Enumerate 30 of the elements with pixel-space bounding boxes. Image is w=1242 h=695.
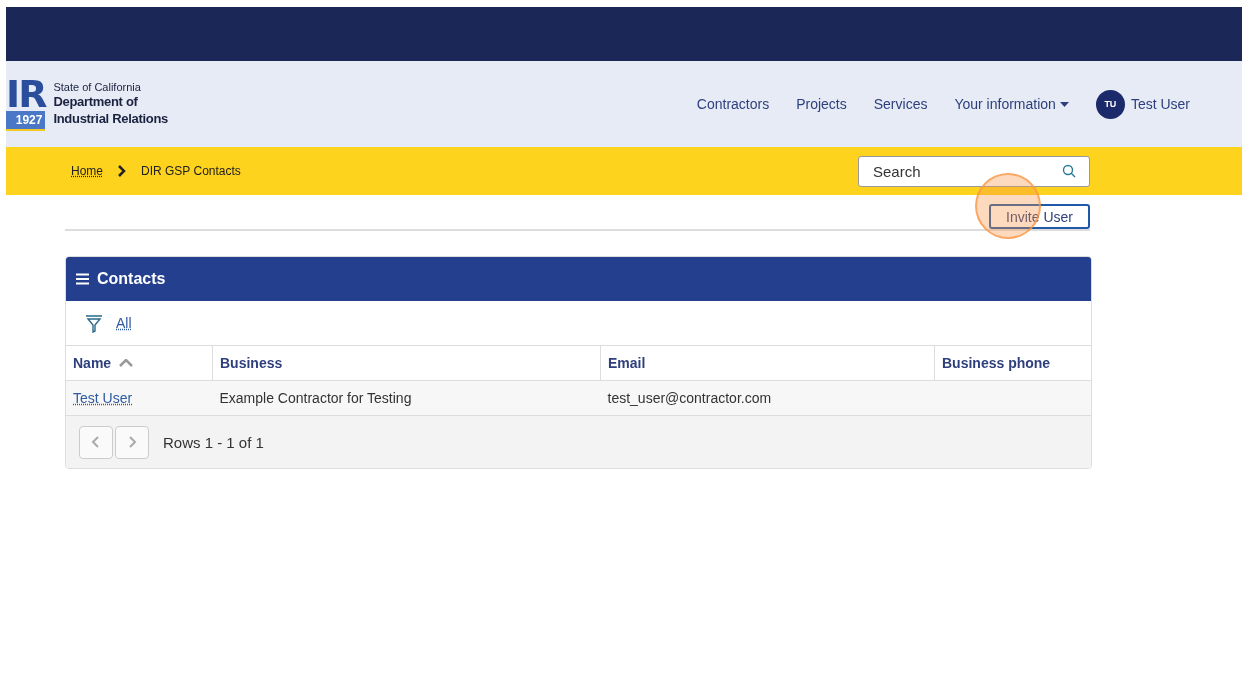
logo-state: State of California: [53, 81, 142, 93]
next-page-button[interactable]: [115, 425, 149, 459]
chevron-left-icon: [91, 436, 101, 448]
search-field[interactable]: Search: [858, 155, 1090, 187]
filter-link[interactable]: All: [116, 315, 132, 331]
logo-department: Industrial Relations: [53, 110, 169, 127]
nav-link[interactable]: Services: [873, 96, 928, 112]
chevron-right-icon: [127, 436, 137, 448]
nav-link[interactable]: Contractors: [696, 96, 770, 112]
filter-icon[interactable]: [84, 313, 104, 333]
logo-letters: IR: [6, 77, 46, 111]
menu-icon: [76, 273, 89, 285]
pager-text: Rows 1 - 1 of 1: [163, 433, 264, 451]
contact-name-link[interactable]: Test User: [73, 390, 133, 406]
nav-link[interactable]: Your information: [954, 96, 1069, 112]
invite-user-button[interactable]: Invite User: [989, 204, 1090, 229]
user-avatar[interactable]: TU: [1095, 89, 1125, 119]
breadcrumb-link[interactable]: Home: [71, 164, 103, 178]
previous-page-button[interactable]: [79, 425, 113, 459]
breadcrumb-current: DIR GSP Contacts: [141, 164, 241, 178]
table-cell: Example Contractor for Testing: [212, 380, 601, 415]
nav-link[interactable]: Projects: [796, 96, 847, 112]
logo-year: 1927: [6, 111, 46, 131]
search-icon: [1062, 163, 1076, 178]
user-name[interactable]: Test User: [1130, 96, 1190, 112]
chevron-icon: [117, 165, 127, 177]
panel-title: Contacts: [97, 270, 166, 288]
logo-department: Department of: [53, 93, 139, 110]
table-cell: test_user@contractor.com: [600, 380, 935, 415]
column-header[interactable]: Business phone: [934, 346, 1091, 381]
